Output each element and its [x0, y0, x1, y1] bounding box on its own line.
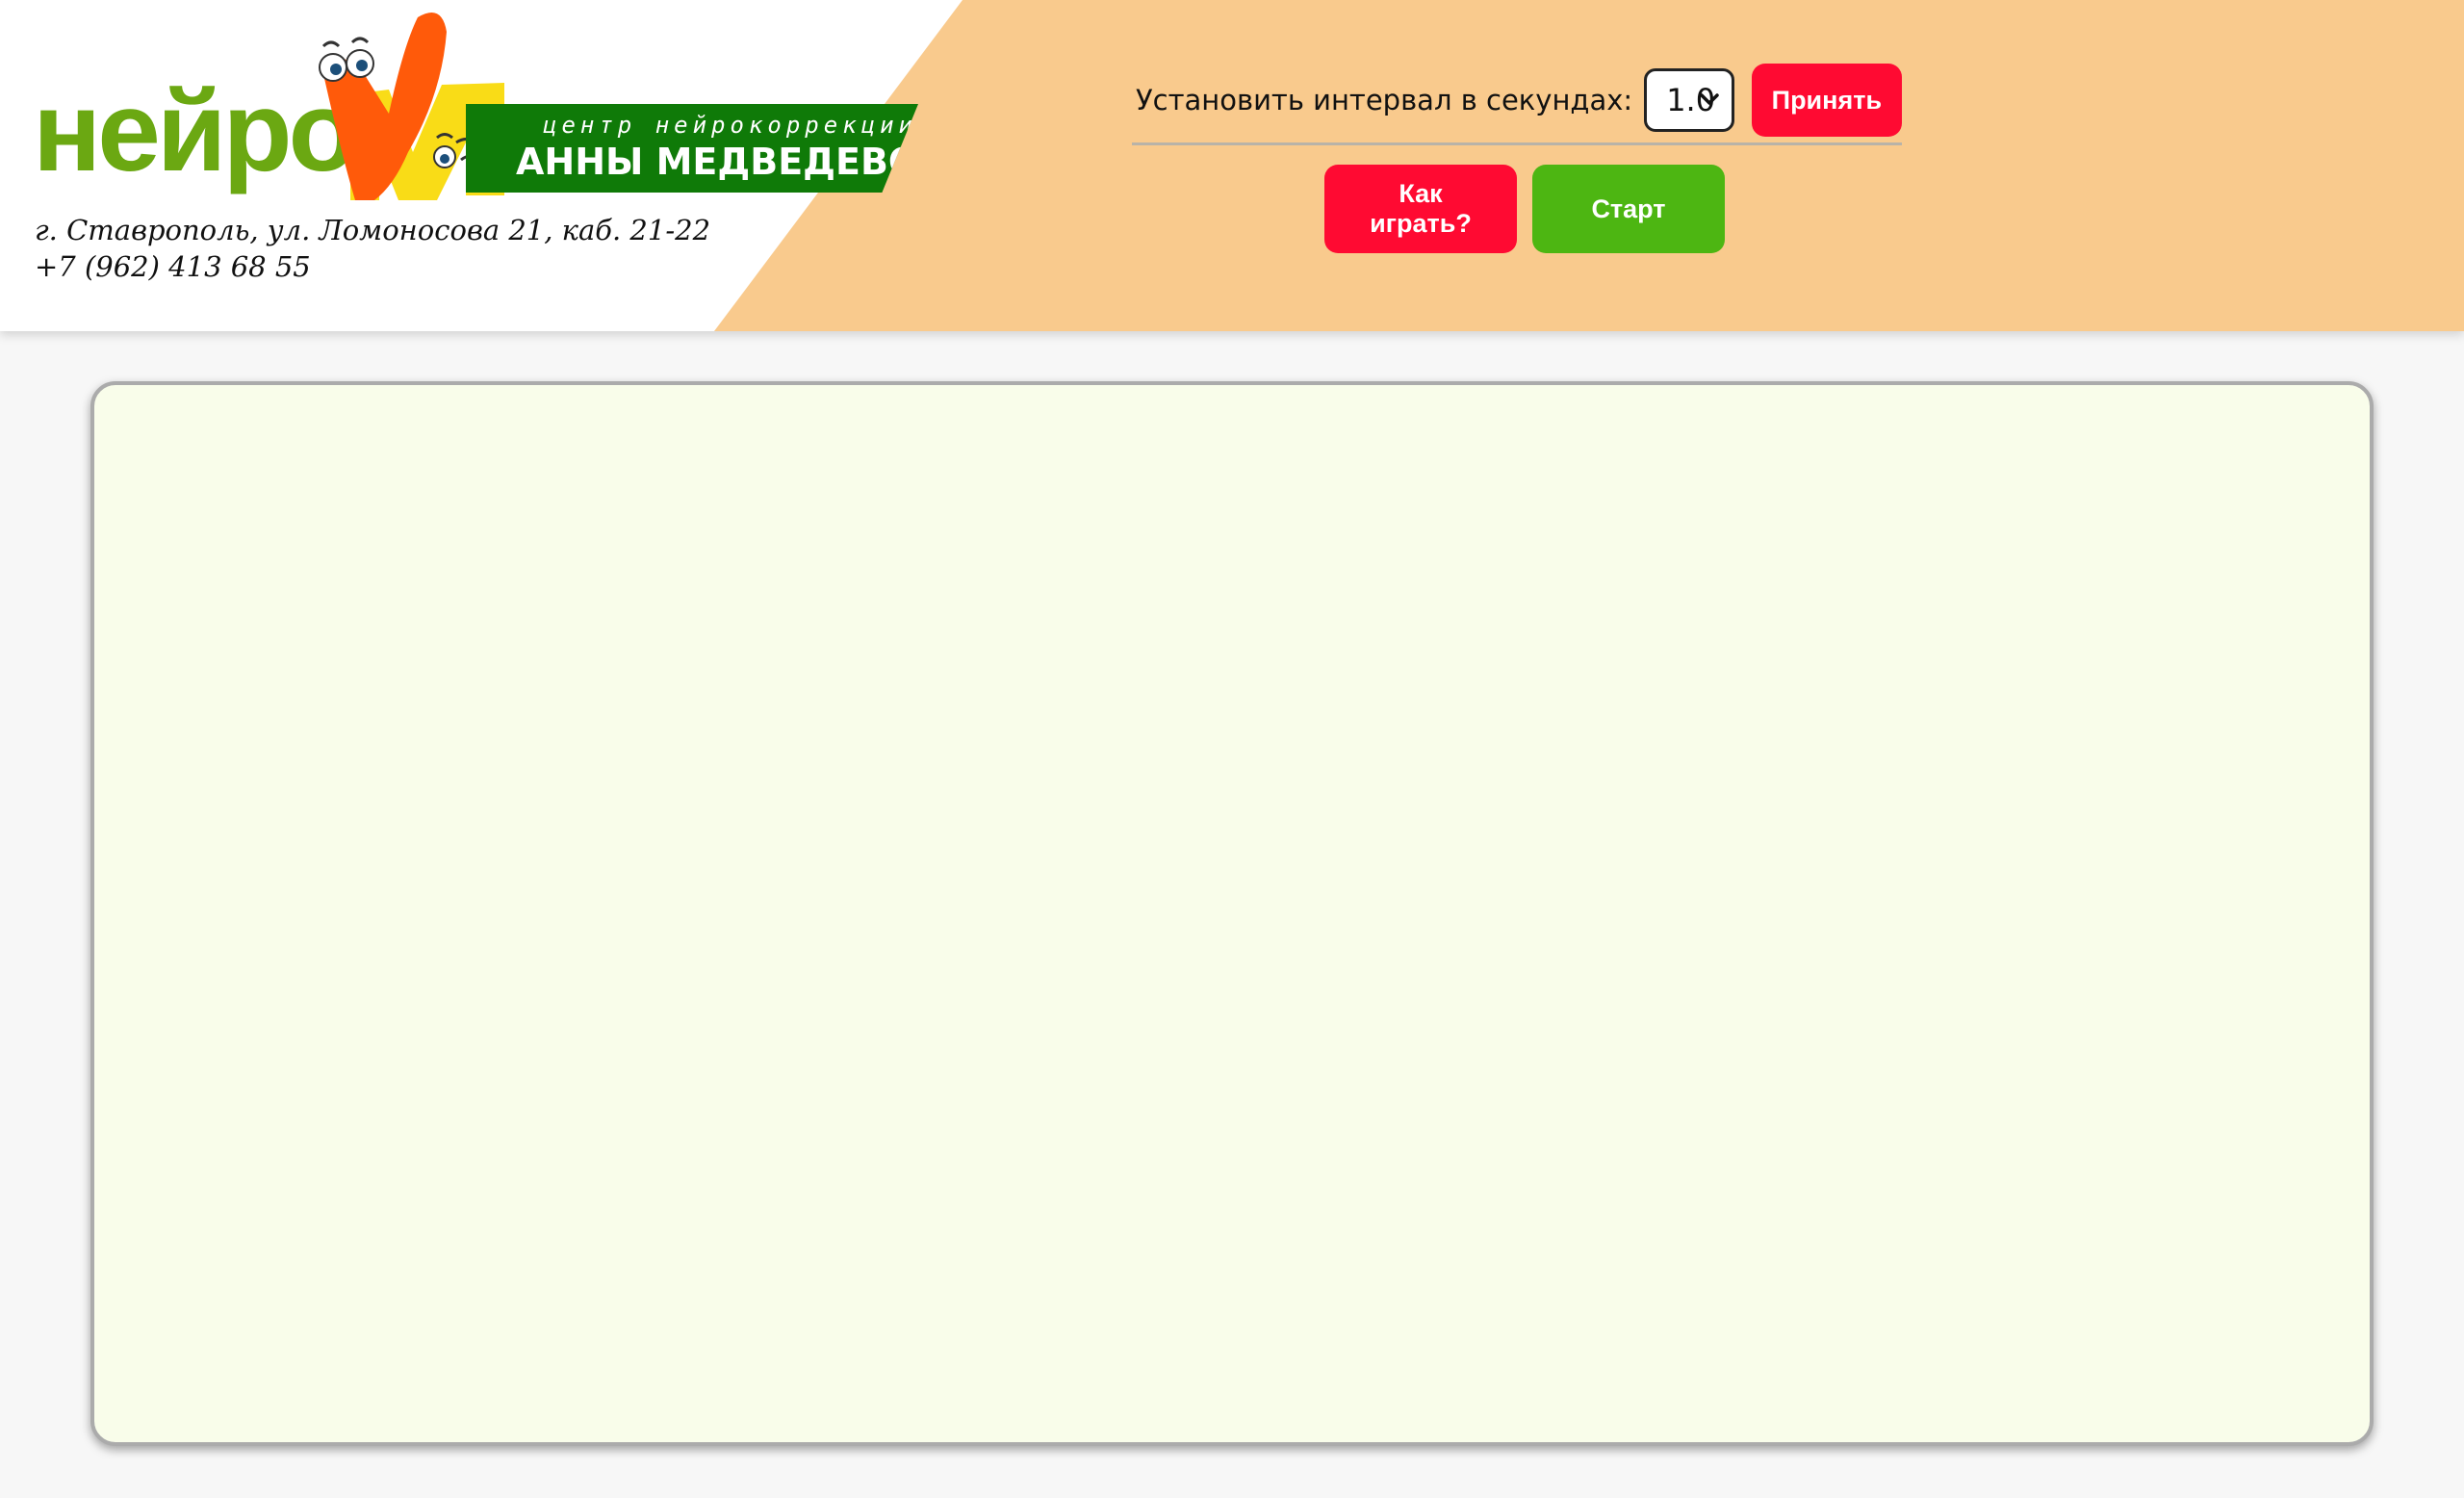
phone-text: +7 (962) 413 68 55 — [35, 250, 311, 283]
contact-info: г. Ставрополь, ул. Ломоносова 21, каб. 2… — [35, 212, 710, 285]
game-area[interactable] — [90, 381, 2374, 1446]
site-header: нейро центр нейрокоррекции АННЫ МЕДВЕДЕВ… — [0, 0, 2464, 331]
interval-select[interactable]: 1.0 — [1644, 68, 1734, 132]
interval-row: Установить интервал в секундах: 1.0 Прин… — [1132, 62, 1902, 139]
start-button[interactable]: Старт — [1532, 165, 1725, 253]
controls-divider — [1132, 142, 1902, 145]
how-to-play-line1: Как — [1399, 179, 1443, 208]
logo-banner: центр нейрокоррекции АННЫ МЕДВЕДЕВОЙ — [466, 104, 918, 193]
banner-subtitle: центр нейрокоррекции — [543, 112, 917, 139]
accept-button[interactable]: Принять — [1751, 64, 1902, 137]
chevron-down-icon — [1699, 93, 1719, 105]
banner-title: АННЫ МЕДВЕДЕВОЙ — [516, 141, 951, 183]
how-to-play-line2: играть? — [1370, 209, 1472, 238]
interval-label: Установить интервал в секундах: — [1136, 84, 1633, 116]
address-text: г. Ставрополь, ул. Ломоносова 21, каб. 2… — [35, 214, 711, 246]
action-buttons: Как играть? Старт — [1324, 165, 1902, 253]
game-controls: Установить интервал в секундах: 1.0 Прин… — [1132, 62, 1902, 253]
how-to-play-label: Как играть? — [1370, 179, 1472, 239]
how-to-play-button[interactable]: Как играть? — [1324, 165, 1517, 253]
logo[interactable]: нейро центр нейрокоррекции АННЫ МЕДВЕДЕВ… — [33, 8, 918, 210]
